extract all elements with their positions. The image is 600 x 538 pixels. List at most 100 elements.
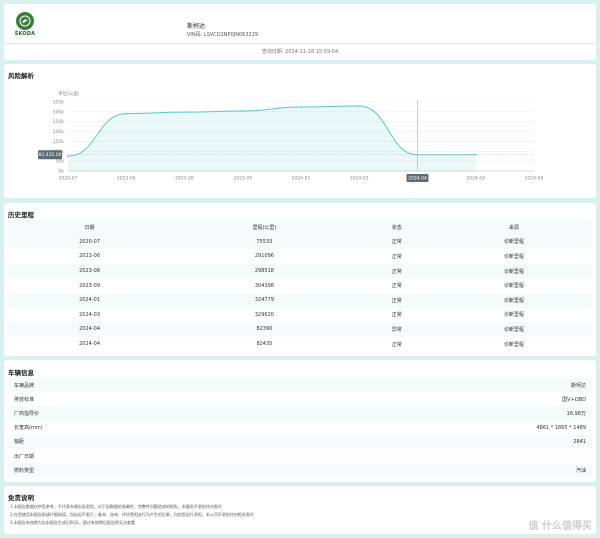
mileage-chart[interactable]: 单位(公里)0k50k100k150k200k250k300k350k2020-… <box>34 86 554 196</box>
info-label: 车辆品牌 <box>14 382 35 389</box>
col-date-header: 日期 <box>84 224 95 231</box>
list-item: 燃料类型 汽油 <box>8 463 592 478</box>
vehicle-section-title: 车辆信息 <box>8 369 34 377</box>
table-row: 2024-03 329620 正常 诊断里程 <box>8 307 592 323</box>
x-tick-label: 2024-04 <box>525 176 544 182</box>
cell-source: 诊断里程 <box>503 297 524 304</box>
cell-date: 2024-01 <box>79 297 101 304</box>
info-label: 燃料类型 <box>14 467 35 474</box>
disclaimer-section: 免责说明 1.本报告数据仅供您参考，不代表车辆实际里程，对于因数据的准确性、完整… <box>4 486 596 534</box>
list-item: 出厂日期 <box>8 449 592 463</box>
table-row: 2024-04 82390 异常 诊断里程 <box>8 322 592 337</box>
y-axis-label: 单位(公里) <box>58 90 80 97</box>
risk-analysis-section: 风险解析 单位(公里)0k50k100k150k200k250k300k350k… <box>4 64 596 198</box>
history-header-row: 日期 里程(公里) 状态 来源 <box>8 220 592 235</box>
cell-date: 2020-07 <box>79 238 101 245</box>
col-status-header: 状态 <box>391 224 402 231</box>
cell-status: 正常 <box>391 297 402 304</box>
vehicle-info-section: 车辆信息 车辆品牌 斯柯达排放标准 国V+OBD 厂商指导价 16.98万长宽高(mm)… <box>4 360 596 482</box>
cell-source: 诊断里程 <box>503 253 524 260</box>
list-item: 排放标准 国V+OBD <box>8 392 592 406</box>
cell-source: 诊断里程 <box>503 341 524 348</box>
info-value: 汽油 <box>575 467 586 474</box>
vin-number: VIN码: LSVCD2NP0JN063229 <box>187 32 259 38</box>
y-tick-label: 250k <box>53 119 65 125</box>
y-tick-label: 150k <box>53 139 65 145</box>
table-row: 2023-06 291096 正常 诊断里程 <box>8 249 592 264</box>
skoda-arrow-icon <box>16 12 34 30</box>
data-point <box>67 155 69 158</box>
list-item: 长宽高(mm) 4861 * 1865 * 1489 <box>8 421 592 435</box>
cell-status: 异常 <box>391 326 402 333</box>
info-label: 排放标准 <box>14 396 35 403</box>
data-point <box>125 112 128 115</box>
cell-date: 2023-08 <box>79 268 101 275</box>
data-point <box>183 111 186 114</box>
disclaimer-text: 1.本报告数据仅供您参考，不代表车辆实际里程，对于因数据的准确性、完整性问题造成… <box>10 503 450 527</box>
disclaimer-line: 2.在您使用本报告前请仔细阅读，包括但不限于，查询、咨询、评估等相关行为产生的后… <box>10 512 254 517</box>
list-item: 轴距 2841 <box>8 434 592 449</box>
cell-source: 诊断里程 <box>503 326 524 333</box>
table-row: 2023-09 304398 正常 诊断里程 <box>8 278 592 293</box>
car-name: 斯柯达 <box>187 23 206 30</box>
table-row: 2020-07 75533 正常 诊断里程 <box>8 234 592 250</box>
cell-mileage: 298518 <box>254 268 274 275</box>
cell-date: 2024-04 <box>79 326 101 333</box>
x-tick-label: 2020-07 <box>59 176 78 182</box>
y-tick-label: 350k <box>53 100 65 106</box>
col-mileage-header: 里程(公里) <box>252 224 277 231</box>
vehicle-info-list: 车辆品牌 斯柯达排放标准 国V+OBD 厂商指导价 16.98万长宽高(mm) 4861 … <box>8 378 592 478</box>
x-tick-label: 2024-03 <box>350 176 369 182</box>
cell-mileage: 304398 <box>254 282 274 289</box>
cell-source: 诊断里程 <box>503 283 524 290</box>
cell-date: 2024-03 <box>79 311 101 318</box>
y-tick-label: 50k <box>56 159 65 165</box>
info-label: 出厂日期 <box>14 453 35 460</box>
x-tick-label: 2024-01 <box>292 176 311 182</box>
x-tick-label: 2024-04 <box>408 176 427 182</box>
list-item: 车辆品牌 斯柯达 <box>8 378 592 393</box>
history-section-title: 历史里程 <box>8 211 34 219</box>
cell-status: 正常 <box>391 268 402 275</box>
cell-source: 诊断里程 <box>503 239 524 246</box>
info-label: 轴距 <box>14 439 25 446</box>
query-date: 查询日期: 2024-11-28 15:59:04 <box>261 49 339 55</box>
y-tick-label: 200k <box>53 129 65 135</box>
history-table: 日期 里程(公里) 状态 来源 2020-07 75533 正常 诊断里程 2023-0… <box>8 220 592 352</box>
cell-mileage: 82390 <box>256 326 273 333</box>
data-point <box>300 106 302 108</box>
risk-section-title: 风险解析 <box>8 72 34 80</box>
cell-status: 正常 <box>391 239 402 246</box>
cell-mileage: 329620 <box>254 311 274 318</box>
y-tick-label: 0k <box>59 169 65 175</box>
cell-status: 正常 <box>391 312 402 319</box>
x-tick-label: 2023-06 <box>117 176 136 182</box>
cell-mileage: 82435 <box>256 341 273 348</box>
table-row: 2024-04 82435 正常 诊断里程 <box>8 336 592 352</box>
data-point <box>241 110 244 112</box>
cell-date: 2024-04 <box>79 341 101 348</box>
brand-logo: ŠKODA <box>12 12 38 37</box>
cell-status: 正常 <box>391 253 402 260</box>
col-source-header: 来源 <box>508 224 519 231</box>
info-value: 国V+OBD <box>562 396 586 403</box>
info-label: 长宽高(mm) <box>14 425 43 432</box>
info-value: 2841 <box>573 438 586 445</box>
info-value: 4861 * 1865 * 1489 <box>536 424 586 431</box>
data-point <box>358 105 361 107</box>
table-row: 2024-01 324779 正常 诊断里程 <box>8 292 592 308</box>
series-area <box>68 106 476 171</box>
brand-logo-text: ŠKODA <box>14 31 36 37</box>
info-value: 16.98万 <box>566 410 586 417</box>
disclaimer-line: 1.本报告数据仅供您参考，不代表车辆实际里程，对于因数据的准确性、完整性问题造成… <box>10 504 222 509</box>
cell-status: 正常 <box>391 283 402 290</box>
x-tick-label: 2023-08 <box>175 176 194 182</box>
cell-mileage: 291096 <box>254 253 274 260</box>
watermark: 值 什么值得买 <box>528 521 592 532</box>
info-label: 厂商指导价 <box>14 410 40 417</box>
cell-mileage: 75533 <box>256 238 273 245</box>
disclaimer-line: 3.本报告有效期为自本报告生成后60天，超过有效期后报告将无法查看 <box>10 520 135 525</box>
table-row: 2023-08 298518 正常 诊断里程 <box>8 263 592 279</box>
vehicle-header: ŠKODA 斯柯达 VIN码: LSVCD2NP0JN063229 查询日期: … <box>4 4 596 60</box>
y-tick-label: 300k <box>53 109 65 115</box>
